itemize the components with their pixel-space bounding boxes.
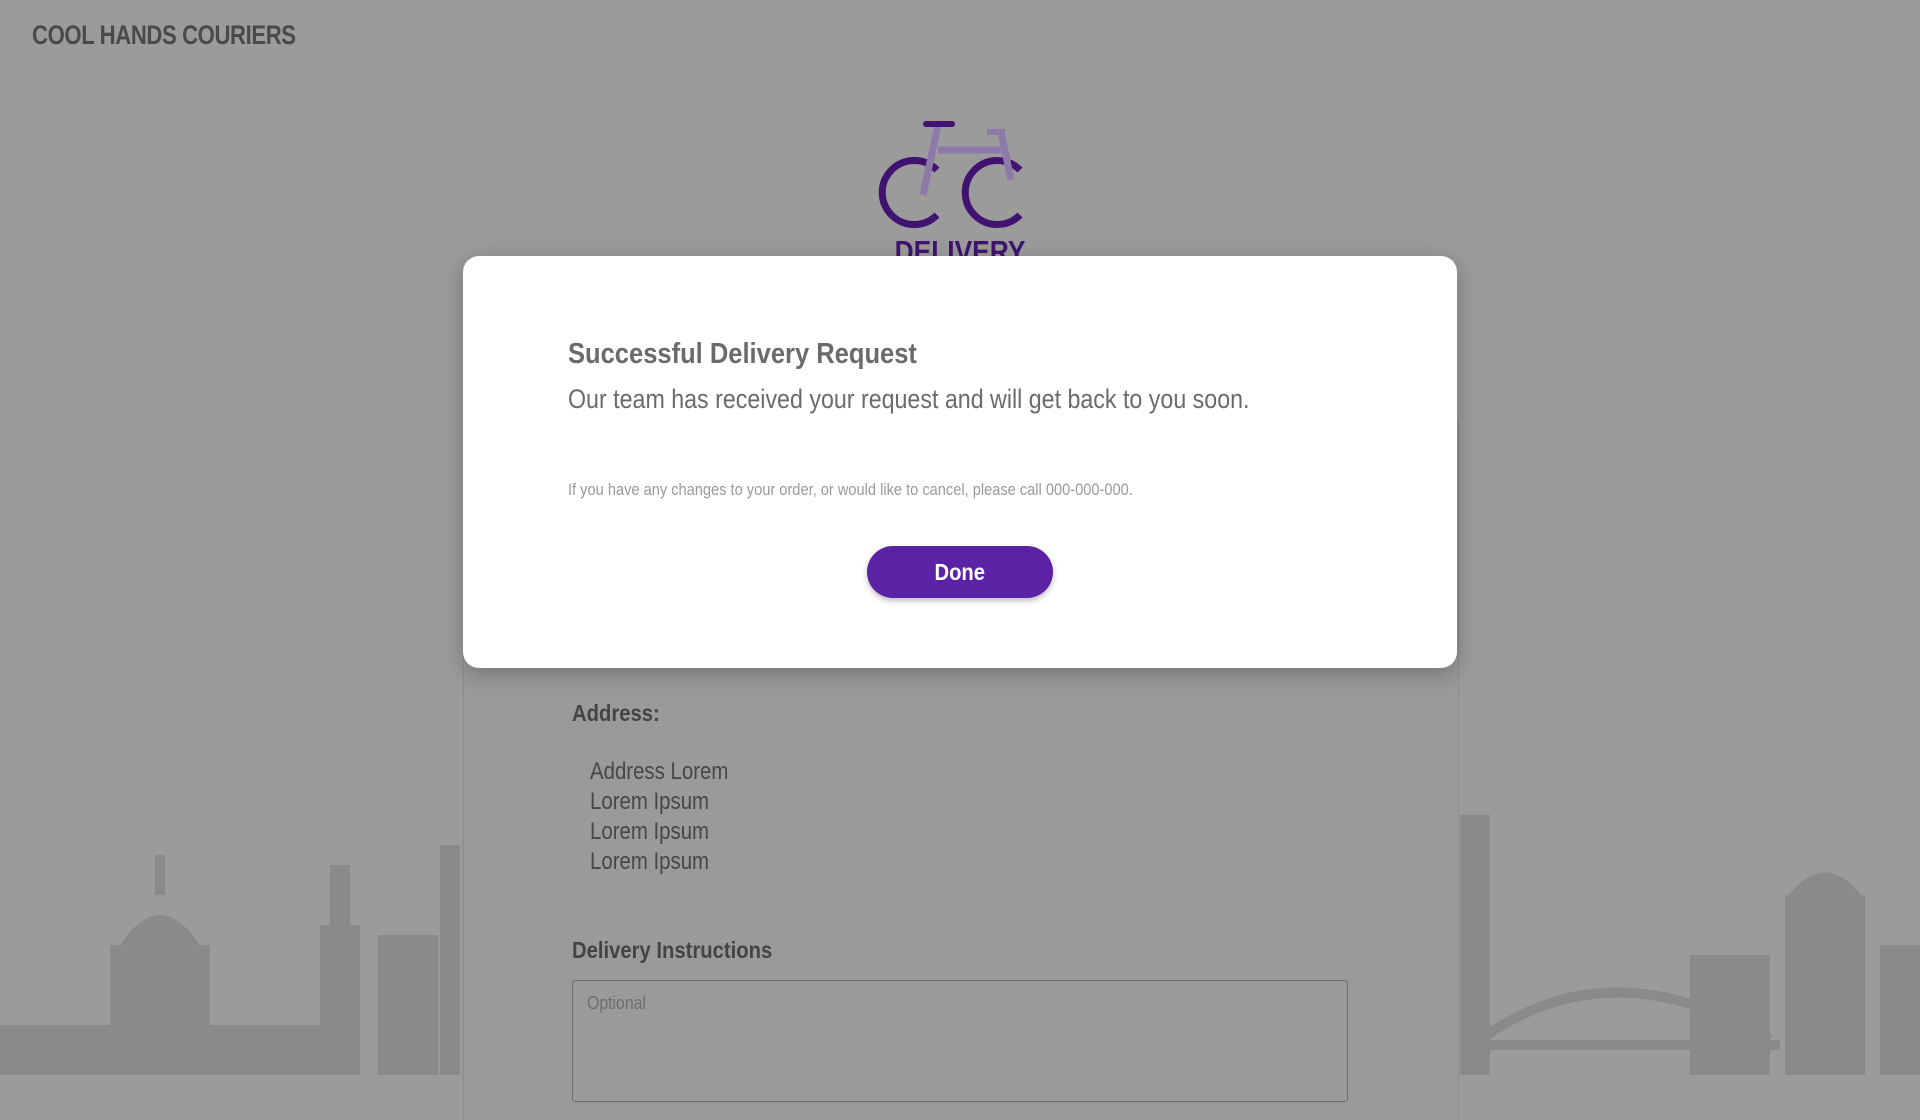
delivery-instructions-label: Delivery Instructions xyxy=(572,937,773,963)
modal-note: If you have any changes to your order, o… xyxy=(568,480,1133,499)
modal-subtitle: Our team has received your request and w… xyxy=(568,384,1250,414)
address-label: Address: xyxy=(572,700,660,726)
brand-title[interactable]: COOL HANDS COURIERS xyxy=(32,20,296,51)
delivery-instructions-placeholder: Optional xyxy=(587,993,647,1013)
done-button[interactable]: Done xyxy=(867,546,1053,598)
delivery-instructions-field[interactable]: Optional xyxy=(572,980,1348,1102)
bicycle-icon xyxy=(878,121,1023,228)
done-button-label: Done xyxy=(934,558,986,585)
address-line: Address Lorem xyxy=(590,758,729,785)
address-line: Lorem Ipsum xyxy=(590,788,710,815)
address-line: Lorem Ipsum xyxy=(590,818,710,845)
address-line: Lorem Ipsum xyxy=(590,848,710,875)
modal-title: Successful Delivery Request xyxy=(568,338,917,370)
success-modal: Successful Delivery Request Our team has… xyxy=(463,256,1457,668)
